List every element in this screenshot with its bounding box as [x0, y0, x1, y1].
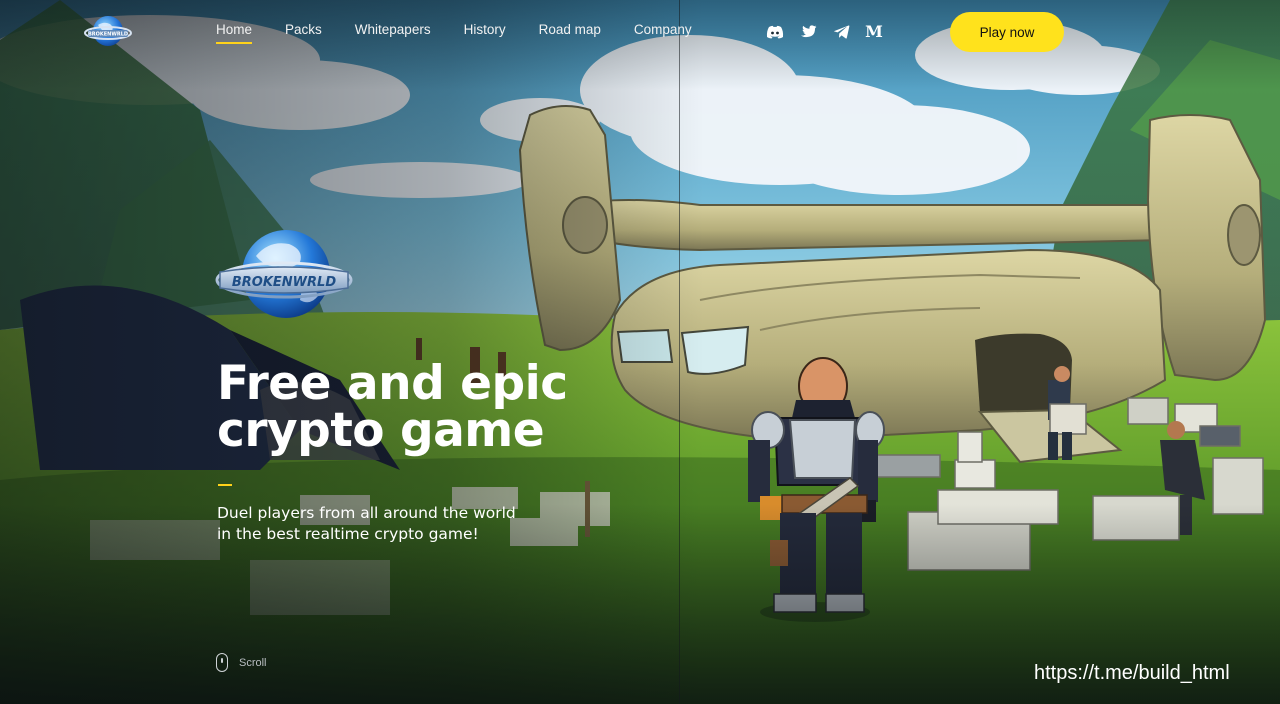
medium-icon[interactable]: M: [865, 23, 883, 41]
nav-packs[interactable]: Packs: [285, 22, 322, 44]
hero-subtitle: Duel players from all around the world i…: [217, 503, 637, 545]
hero-brand-logo: BROKENWRLD: [214, 226, 354, 326]
nav-home[interactable]: Home: [216, 22, 253, 44]
twitter-icon[interactable]: [799, 23, 817, 41]
hero-title-line-1: Free and epic: [217, 356, 568, 411]
nav-history[interactable]: History: [464, 22, 506, 44]
telegram-icon[interactable]: [832, 23, 850, 41]
hero-title: Free and epic crypto game: [217, 360, 687, 454]
discord-icon[interactable]: [766, 23, 784, 41]
play-now-button[interactable]: Play now: [950, 12, 1064, 52]
watermark-text: https://t.me/build_html: [1034, 662, 1230, 684]
nav-road-map[interactable]: Road map: [539, 22, 601, 44]
guide-divider-line: [679, 0, 680, 704]
scroll-indicator[interactable]: Scroll: [216, 653, 267, 672]
nav-company[interactable]: Company: [634, 22, 692, 44]
hero-title-line-2: crypto game: [217, 403, 545, 458]
medium-glyph: M: [865, 22, 883, 41]
scroll-label: Scroll: [239, 656, 267, 669]
mouse-icon: [216, 653, 228, 672]
hero-subtitle-line-2: in the best realtime crypto game!: [217, 525, 479, 543]
hero-background-illustration: [0, 0, 1280, 704]
globe-logo-icon: BROKENWRLD: [84, 16, 132, 46]
main-nav: Home Packs Whitepapers History Road map …: [216, 22, 725, 44]
header-logo[interactable]: BROKENWRLD: [84, 13, 132, 49]
social-links: M: [766, 23, 898, 41]
nav-whitepapers[interactable]: Whitepapers: [355, 22, 431, 44]
accent-divider: [218, 484, 232, 486]
site-header: BROKENWRLD Home Packs Whitepapers Histor…: [0, 0, 1280, 64]
hero-subtitle-line-1: Duel players from all around the world: [217, 504, 516, 522]
hero-logo-text: BROKENWRLD: [232, 275, 336, 290]
svg-text:BROKENWRLD: BROKENWRLD: [88, 32, 128, 38]
